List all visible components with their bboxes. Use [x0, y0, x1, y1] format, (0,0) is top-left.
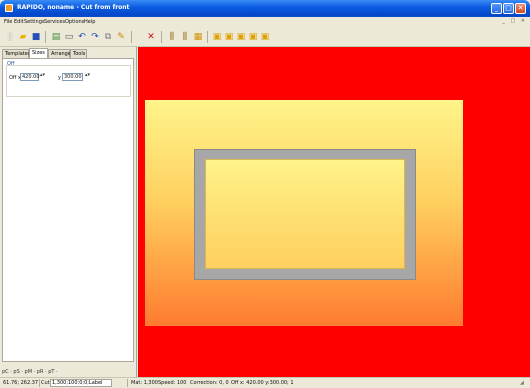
toolbar-separator: [161, 31, 162, 43]
tab-tools[interactable]: Tools: [70, 49, 87, 58]
off-x-input[interactable]: 420.00: [20, 73, 40, 81]
maximize-button[interactable]: □: [503, 3, 514, 14]
folder4-icon[interactable]: ▣: [247, 31, 259, 43]
folder5-icon[interactable]: ▣: [259, 31, 271, 43]
status-mat: Mat: 1,300: [131, 380, 158, 386]
status-cut-label: Cut: [41, 380, 50, 386]
status-cut-field[interactable]: 1,300;100;0;0;Label: [50, 379, 112, 387]
delete-icon[interactable]: ✕: [145, 31, 157, 43]
copy-icon[interactable]: ⧉: [102, 31, 114, 43]
tab-arrange[interactable]: Arrange: [48, 49, 71, 58]
tab-sizes[interactable]: Sizes: [29, 48, 48, 58]
resize-grip-icon[interactable]: ◢: [520, 380, 524, 386]
y-label: y: [58, 75, 61, 81]
app-icon: [5, 4, 13, 12]
y-spinner[interactable]: ▴▾: [85, 73, 90, 81]
open-icon[interactable]: ▰: [17, 31, 29, 43]
toolbar-separator: [45, 31, 46, 43]
menu-edit[interactable]: Edit: [14, 19, 24, 25]
status-speed: Speed: 100: [158, 380, 187, 386]
menu-options[interactable]: Options: [65, 19, 84, 25]
minimize-button[interactable]: _: [491, 3, 502, 14]
toolbar: ▯ ▰ ■ ▤ ▭ ↶ ↷ ⧉ ✎ ✕ ⫼ ⫼ ▦ ▣ ▣ ▣ ▣ ▣: [0, 27, 530, 47]
folder3-icon[interactable]: ▣: [235, 31, 247, 43]
folder1-icon[interactable]: ▣: [211, 31, 223, 43]
menu-services[interactable]: Services: [44, 19, 65, 25]
print-icon[interactable]: ▤: [50, 31, 62, 43]
paste-icon[interactable]: ✎: [115, 31, 127, 43]
tab-templates[interactable]: Templates: [2, 49, 30, 58]
status-coords: 61.76; 262.37: [3, 380, 39, 386]
preview-icon[interactable]: ▭: [63, 31, 75, 43]
status-separator: [39, 379, 40, 387]
status-separator: [127, 379, 128, 387]
y-input[interactable]: 300.00: [62, 73, 83, 81]
mdi-window-controls[interactable]: _ □ ✕: [502, 18, 527, 24]
drawing-canvas[interactable]: [138, 47, 530, 377]
new-icon[interactable]: ▯: [4, 31, 16, 43]
toolbar-separator: [131, 31, 132, 43]
offset-group: Off x 420.00 ▴▾ y 300.00 ▴▾: [6, 65, 131, 97]
menu-help[interactable]: Help: [84, 19, 95, 25]
align-icon[interactable]: ⫼: [166, 31, 178, 43]
folder2-icon[interactable]: ▣: [223, 31, 235, 43]
cut-icon[interactable]: ▦: [192, 31, 204, 43]
redo-icon[interactable]: ↷: [89, 31, 101, 43]
status-correction: Correction: 0, 0: [190, 380, 229, 386]
undo-icon[interactable]: ↶: [76, 31, 88, 43]
panel-bottom-controls[interactable]: pC · pS · pM · pR · pT ·: [2, 369, 58, 375]
window-title: RAPIDO, noname - Cut from front: [17, 4, 130, 11]
status-bar: 61.76; 262.37 Cut 1,300;100;0;0;Label Ma…: [0, 377, 530, 388]
save-icon[interactable]: ■: [30, 31, 42, 43]
status-offset: Off x: 420.00 y:300.00; 1: [231, 380, 294, 386]
toolbar-separator: [207, 31, 208, 43]
close-button[interactable]: ✕: [515, 3, 526, 14]
inner-panel[interactable]: [205, 159, 405, 269]
tab-page-sizes: Off Off x 420.00 ▴▾ y 300.00 ▴▾: [2, 58, 134, 362]
menu-settings[interactable]: Settings: [24, 19, 45, 25]
side-panel: Templates Sizes Arrange Tools Off Off x …: [0, 47, 137, 377]
off-x-spinner[interactable]: ▴▾: [40, 73, 45, 81]
align2-icon[interactable]: ⫼: [179, 31, 191, 43]
menu-file[interactable]: File: [4, 19, 12, 25]
menu-bar: File Edit Settings Services Options Help…: [0, 17, 530, 27]
title-bar: RAPIDO, noname - Cut from front _ □ ✕: [0, 0, 530, 17]
